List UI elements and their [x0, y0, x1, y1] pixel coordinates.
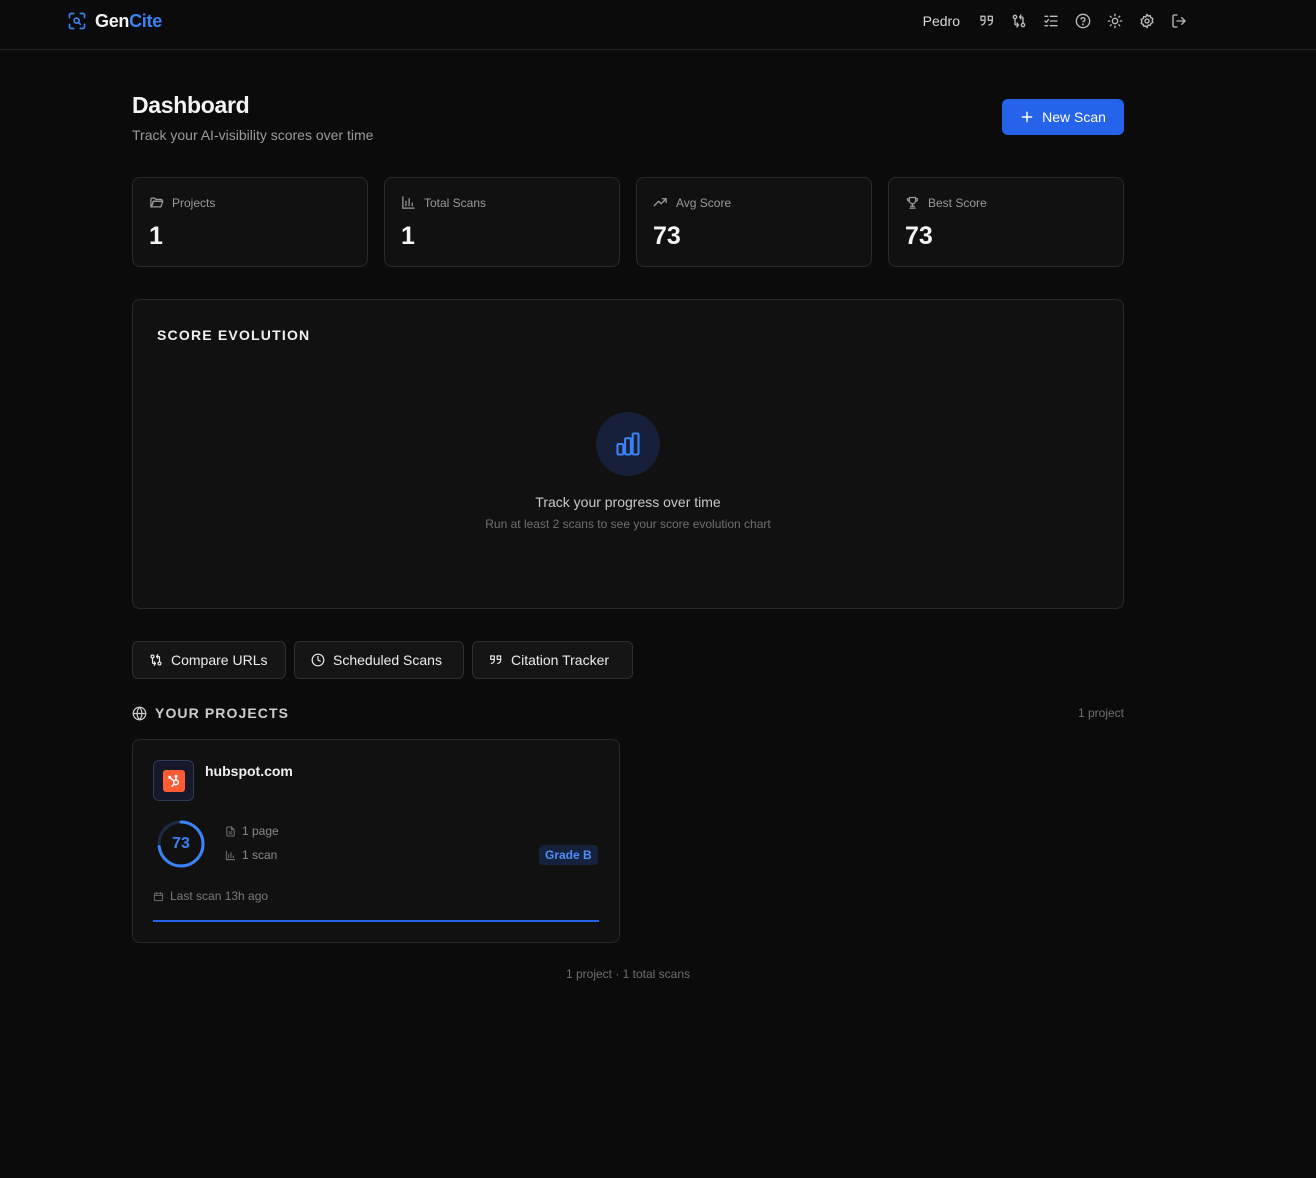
new-scan-label: New Scan	[1042, 109, 1106, 125]
quote-icon[interactable]	[978, 12, 996, 30]
projects-count: 1 project	[1077, 706, 1124, 720]
file-icon	[226, 825, 235, 837]
empty-state-title: Track your progress over time	[535, 494, 721, 510]
quote-icon	[490, 655, 502, 665]
stat-value: 1	[149, 222, 163, 250]
stat-value: 73	[905, 222, 933, 250]
stat-value: 73	[653, 222, 681, 250]
settings-icon[interactable]	[1138, 12, 1156, 30]
sun-icon[interactable]	[1106, 12, 1124, 30]
trophy-icon	[906, 196, 919, 209]
project-progress-track	[153, 920, 599, 922]
stat-card-best-score: Best Score 73	[888, 177, 1124, 267]
stat-card-total-scans: Total Scans 1	[384, 177, 620, 267]
compare-urls-label: Compare URLs	[171, 652, 268, 668]
user-name[interactable]: Pedro	[923, 13, 960, 29]
score-evolution-title: SCORE EVOLUTION	[157, 327, 311, 343]
stat-card-avg-score: Avg Score 73	[636, 177, 872, 267]
bar-chart-icon	[616, 432, 640, 456]
score-evolution-panel: SCORE EVOLUTION Track your progress over…	[132, 299, 1124, 609]
new-scan-button[interactable]: New Scan	[1002, 99, 1124, 135]
help-icon[interactable]	[1074, 12, 1092, 30]
empty-state-subtitle: Run at least 2 scans to see your score e…	[485, 517, 771, 531]
folder-icon	[150, 197, 164, 208]
trending-up-icon	[653, 198, 667, 207]
hubspot-logo-icon	[162, 769, 185, 792]
project-pages: 1 page	[225, 824, 279, 838]
scheduled-scans-label: Scheduled Scans	[333, 652, 442, 668]
page-title: Dashboard	[132, 92, 250, 118]
last-scan-info: Last scan 13h ago	[153, 889, 268, 903]
stat-label: Total Scans	[424, 195, 487, 210]
grade-badge: Grade B	[539, 845, 598, 865]
stat-label: Projects	[172, 195, 216, 210]
top-nav-actions: Pedro	[923, 10, 1188, 32]
compare-icon	[150, 654, 162, 666]
logout-icon[interactable]	[1170, 12, 1188, 30]
project-card[interactable]: hubspot.com 73 1 page 1 scan Grade B Las…	[132, 739, 620, 943]
brand-logo-link[interactable]: GenCite	[67, 10, 162, 32]
brand-name-part-cite: Cite	[129, 10, 162, 31]
brand-name-part-gen: Gen	[95, 10, 130, 31]
plus-icon	[1021, 111, 1033, 123]
project-progress-fill	[153, 920, 599, 922]
project-favicon	[153, 760, 194, 801]
bar-chart-icon	[402, 196, 415, 209]
checklist-icon[interactable]	[1042, 12, 1060, 30]
stat-value: 1	[401, 222, 415, 250]
bar-chart-icon	[225, 850, 236, 860]
footer-summary: 1 project · 1 total scans	[565, 967, 691, 981]
project-domain: hubspot.com	[205, 763, 293, 779]
calendar-icon	[153, 891, 164, 901]
project-pages-label: 1 page	[242, 824, 279, 838]
scheduled-scans-button[interactable]: Scheduled Scans	[294, 641, 464, 679]
compare-icon[interactable]	[1010, 12, 1028, 30]
compare-urls-button[interactable]: Compare URLs	[132, 641, 286, 679]
projects-heading-label: YOUR PROJECTS	[155, 705, 290, 721]
citation-tracker-label: Citation Tracker	[511, 652, 610, 668]
brand-name: GenCite	[95, 11, 162, 32]
project-scans-label: 1 scan	[242, 848, 278, 862]
clock-icon	[311, 653, 325, 667]
top-navigation-bar: GenCite Pedro	[0, 0, 1316, 50]
stat-label: Avg Score	[676, 195, 732, 210]
scan-logo-icon	[68, 12, 86, 30]
stat-card-projects: Projects 1	[132, 177, 368, 267]
project-score: 73	[172, 835, 190, 852]
stat-label: Best Score	[928, 195, 987, 210]
citation-tracker-button[interactable]: Citation Tracker	[472, 641, 633, 679]
empty-state-icon-wrapper	[596, 412, 660, 476]
projects-heading: YOUR PROJECTS	[132, 705, 289, 721]
last-scan-label: Last scan 13h ago	[170, 889, 269, 903]
project-scans: 1 scan	[225, 848, 277, 862]
globe-icon	[132, 706, 147, 721]
page-subtitle: Track your AI-visibility scores over tim…	[132, 127, 374, 143]
